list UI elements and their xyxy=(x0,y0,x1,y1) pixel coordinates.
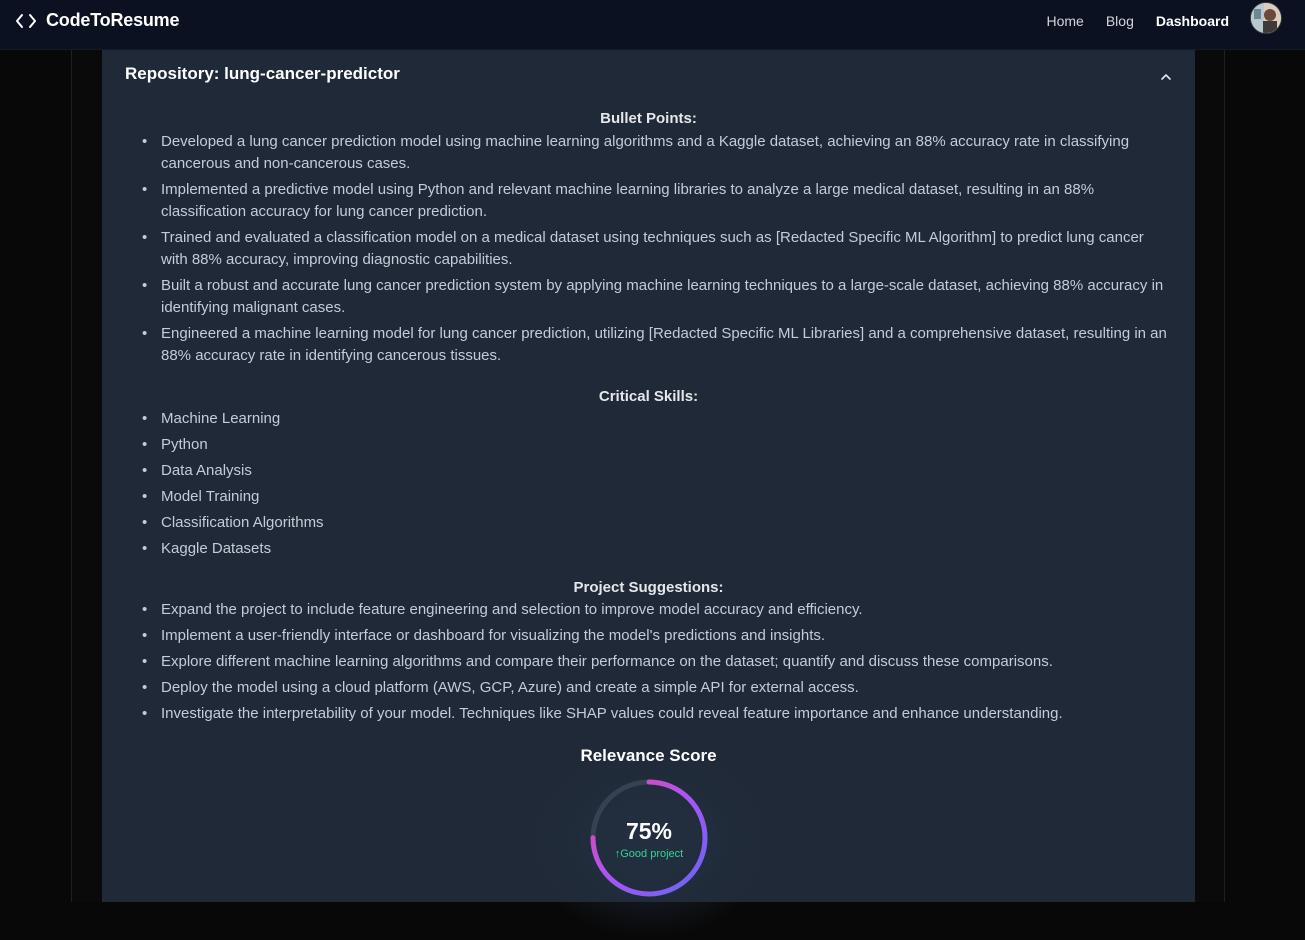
chevron-up-icon[interactable] xyxy=(1159,70,1173,84)
bullet-points-title: Bullet Points: xyxy=(600,110,697,127)
list-item: • Trained and evaluated a classification … xyxy=(142,229,1144,268)
list-item: • Expand the project to include feature e… xyxy=(142,601,863,618)
relevance-score-value: 75% xyxy=(625,818,673,844)
project-suggestions-list: • Expand the project to include feature e… xyxy=(140,599,1170,729)
code-brackets-icon xyxy=(14,11,38,31)
list-item: • Explore different machine learning algo… xyxy=(142,653,1053,670)
list-item: • Developed a lung cancer prediction mode… xyxy=(142,133,1130,172)
list-item: • Model Training xyxy=(142,488,260,505)
project-suggestions-title: Project Suggestions: xyxy=(573,579,724,596)
nav-home-link[interactable]: Home xyxy=(1046,13,1083,29)
repository-panel: Repository: lung-cancer-predictor Bullet… xyxy=(102,50,1195,940)
list-item: • Implemented a predictive model using Py… xyxy=(142,181,1095,220)
brand-link[interactable]: CodeToResume xyxy=(14,10,179,31)
list-item: • Deploy the model using a cloud platform… xyxy=(142,679,859,696)
list-item: • Python xyxy=(142,436,208,453)
bullet-points-list: • Developed a lung cancer prediction mode… xyxy=(140,131,1170,371)
repository-title[interactable]: Repository: lung-cancer-predictor xyxy=(125,64,400,84)
list-item: • Built a robust and accurate lung cancer… xyxy=(142,277,1164,316)
critical-skills-list: • Machine Learning • Python • Data Analysis… xyxy=(140,408,1170,564)
list-item: • Investigate the interpretability of you… xyxy=(142,705,1063,722)
relevance-note: ↑Good project xyxy=(614,848,684,860)
user-avatar[interactable] xyxy=(1250,2,1282,34)
nav-dashboard-link[interactable]: Dashboard xyxy=(1156,13,1229,29)
relevance-score-title: Relevance Score xyxy=(580,746,717,765)
list-item: • Kaggle Datasets xyxy=(142,540,272,557)
top-navbar: CodeToResume Home Blog Dashboard xyxy=(0,0,1305,50)
nav-links: Home Blog Dashboard xyxy=(1046,13,1229,29)
brand-name: CodeToResume xyxy=(46,10,180,30)
list-item: • Classification Algorithms xyxy=(142,514,324,531)
list-item: • Data Analysis xyxy=(142,462,252,479)
list-item: • Implement a user-friendly interface or … xyxy=(142,627,826,644)
critical-skills-title: Critical Skills: xyxy=(598,388,699,405)
list-item: • Engineered a machine learning model for… xyxy=(142,325,1167,364)
list-item: • Machine Learning xyxy=(142,410,281,427)
nav-blog-link[interactable]: Blog xyxy=(1106,13,1134,29)
